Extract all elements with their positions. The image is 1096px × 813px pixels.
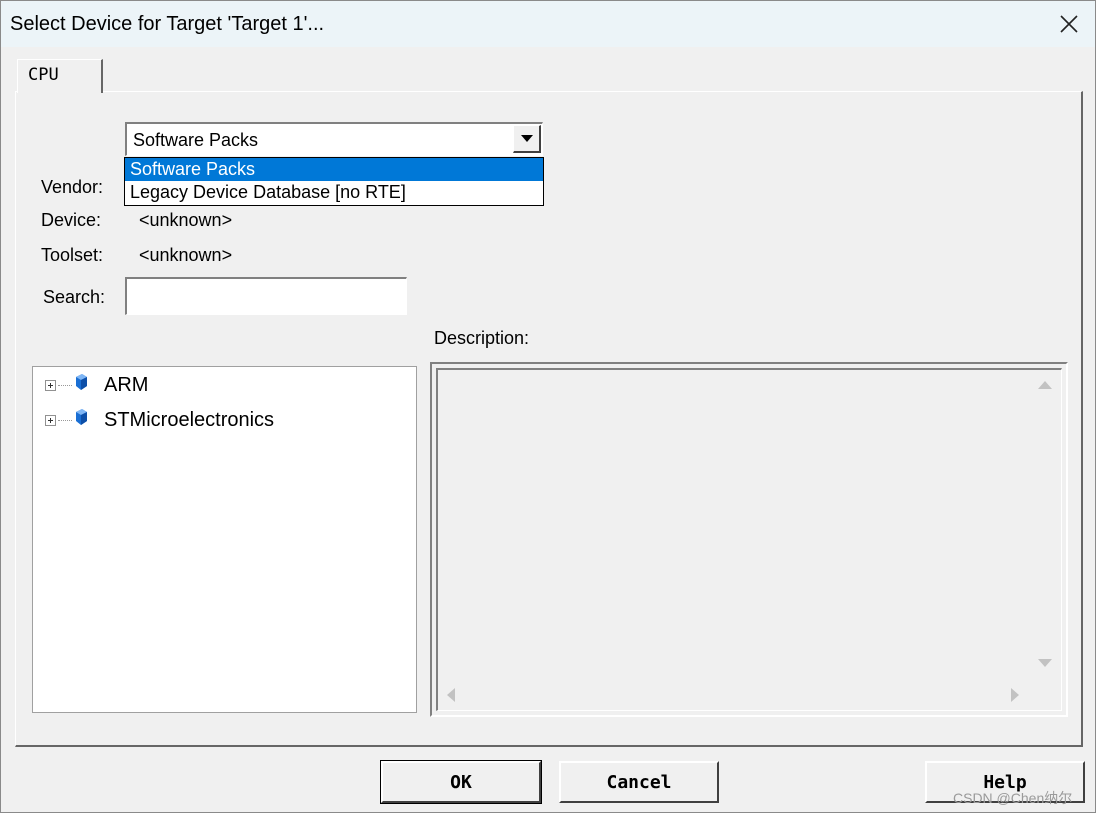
vendor-label: Vendor: xyxy=(41,177,104,197)
ok-button[interactable]: OK xyxy=(380,760,542,804)
vertical-scrollbar[interactable] xyxy=(1031,370,1061,682)
dropdown-option-legacy-database[interactable]: Legacy Device Database [no RTE] xyxy=(125,181,543,204)
title-bar: Select Device for Target 'Target 1'... xyxy=(1,1,1095,47)
tree-item-label: ARM xyxy=(104,373,149,396)
description-panel xyxy=(430,362,1068,717)
watermark: CSDN @Chen纳尔 xyxy=(953,790,1073,806)
close-icon xyxy=(1060,15,1078,33)
close-button[interactable] xyxy=(1043,1,1095,47)
tree-connector xyxy=(58,384,72,386)
dropdown-option-software-packs[interactable]: Software Packs xyxy=(125,158,543,181)
toolset-value: <unknown> xyxy=(139,245,233,265)
search-label: Search: xyxy=(43,287,106,307)
cancel-button[interactable]: Cancel xyxy=(559,761,719,803)
horizontal-scrollbar[interactable] xyxy=(438,680,1030,710)
tree-connector xyxy=(58,419,72,421)
dropdown-button[interactable] xyxy=(513,125,541,153)
device-database-select[interactable]: Software Packs xyxy=(125,122,543,156)
search-input[interactable] xyxy=(125,277,407,315)
chevron-down-icon xyxy=(520,134,533,142)
expand-icon[interactable] xyxy=(45,414,56,426)
device-database-value: Software Packs xyxy=(133,130,259,150)
window-title: Select Device for Target 'Target 1'... xyxy=(10,13,325,35)
tree-item-label: STMicroelectronics xyxy=(104,408,275,431)
description-text-area xyxy=(436,368,1062,711)
device-value: <unknown> xyxy=(139,210,233,230)
scroll-left-icon[interactable] xyxy=(446,688,456,702)
description-label: Description: xyxy=(434,328,530,348)
select-device-dialog: Select Device for Target 'Target 1'... C… xyxy=(0,0,1096,813)
device-tree[interactable]: ARM STMicroelectronics xyxy=(32,366,417,713)
tree-item-arm[interactable]: ARM xyxy=(45,372,148,398)
toolset-label: Toolset: xyxy=(41,245,104,265)
tab-cpu[interactable]: CPU xyxy=(17,59,103,93)
expand-icon[interactable] xyxy=(45,379,56,391)
tree-item-stmicroelectronics[interactable]: STMicroelectronics xyxy=(45,407,274,433)
device-database-dropdown: Software Packs Legacy Device Database [n… xyxy=(124,157,544,206)
scroll-down-icon[interactable] xyxy=(1038,658,1052,668)
device-gem-icon xyxy=(76,409,87,425)
device-label: Device: xyxy=(41,210,102,230)
scroll-right-icon[interactable] xyxy=(1010,688,1020,702)
scroll-up-icon[interactable] xyxy=(1038,380,1052,390)
device-gem-icon xyxy=(76,374,87,390)
